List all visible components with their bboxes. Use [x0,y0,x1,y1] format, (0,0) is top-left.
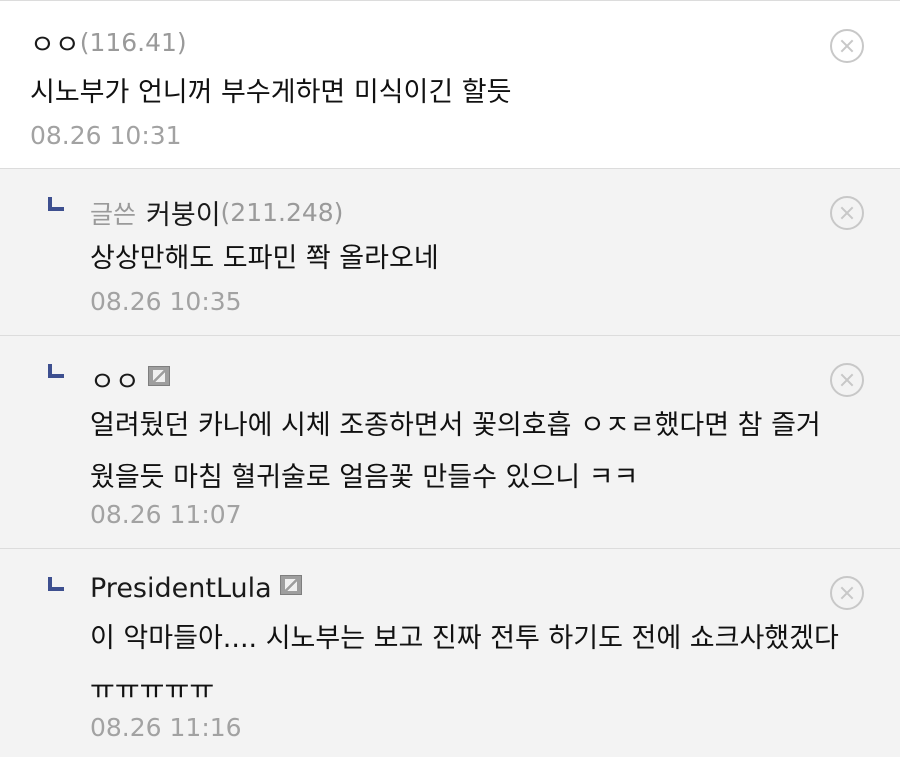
comment-text: 시노부가 언니꺼 부수게하면 미식이긴 할듯 [30,67,511,119]
close-circle-icon[interactable] [830,196,864,230]
comment-item: ㅇㅇ (116.41) 시노부가 언니꺼 부수게하면 미식이긴 할듯 08.26… [0,1,900,169]
author-nickname[interactable]: PresidentLula [90,573,272,604]
comment-timestamp: 08.26 11:16 [90,713,242,742]
author-prefix: 글쓴 [90,199,137,229]
comment-author: ㅇㅇ [90,360,170,399]
fixed-nickname-icon [279,574,302,595]
reply-arrow-icon [48,197,64,211]
reply-item: PresidentLula 이 악마들아.... 시노부는 보고 진짜 전투 하… [0,549,900,757]
comment-timestamp: 08.26 11:07 [90,500,242,529]
comment-text: 얼려뒀던 카나에 시체 조종하면서 꽃의호흡 ㅇㅈㄹ했다면 참 즐거 웠을듯 마… [90,400,821,504]
comment-text-line: 얼려뒀던 카나에 시체 조종하면서 꽃의호흡 ㅇㅈㄹ했다면 참 즐거 [90,410,821,441]
close-circle-icon[interactable] [830,576,864,610]
comment-timestamp: 08.26 10:35 [90,287,242,316]
author-nickname[interactable]: ㅇㅇ [90,360,140,399]
comment-text: 이 악마들아.... 시노부는 보고 진짜 전투 하기도 전에 쇼크사했겠다 ㅠ… [90,613,839,717]
comment-author: 글쓴 커붕이 (211.248) [90,193,343,232]
reply-item: 글쓴 커붕이 (211.248) 상상만해도 도파민 쫙 올라오네 08.26 … [0,169,900,336]
comment-author: PresidentLula [90,573,302,604]
close-circle-icon[interactable] [830,29,864,63]
comment-text-line: 상상만해도 도파민 쫙 올라오네 [90,243,439,274]
comment-text-line: ㅠㅠㅠㅠㅠ [90,675,215,706]
comment-timestamp: 08.26 10:31 [30,121,182,150]
comment-text-line: 웠을듯 마침 혈귀술로 얼음꽃 만들수 있으니 ㅋㅋ [90,462,639,493]
reply-arrow-icon [48,364,64,378]
author-nickname[interactable]: ㅇㅇ [30,23,80,62]
comment-list: ㅇㅇ (116.41) 시노부가 언니꺼 부수게하면 미식이긴 할듯 08.26… [0,0,900,757]
author-ip: (116.41) [79,28,187,57]
fixed-nickname-icon [147,365,170,386]
close-circle-icon[interactable] [830,363,864,397]
reply-arrow-icon [48,577,64,591]
comment-text: 상상만해도 도파민 쫙 올라오네 [90,233,439,285]
author-ip: (211.248) [220,198,344,227]
author-nickname[interactable]: 커붕이 [146,193,221,232]
reply-item: ㅇㅇ 얼려뒀던 카나에 시체 조종하면서 꽃의호흡 ㅇㅈㄹ했다면 참 즐거 웠을… [0,336,900,549]
comment-text-line: 시노부가 언니꺼 부수게하면 미식이긴 할듯 [30,77,512,108]
comment-author: ㅇㅇ (116.41) [30,23,187,62]
comment-text-line: 이 악마들아.... 시노부는 보고 진짜 전투 하기도 전에 쇼크사했겠다 [90,623,839,654]
